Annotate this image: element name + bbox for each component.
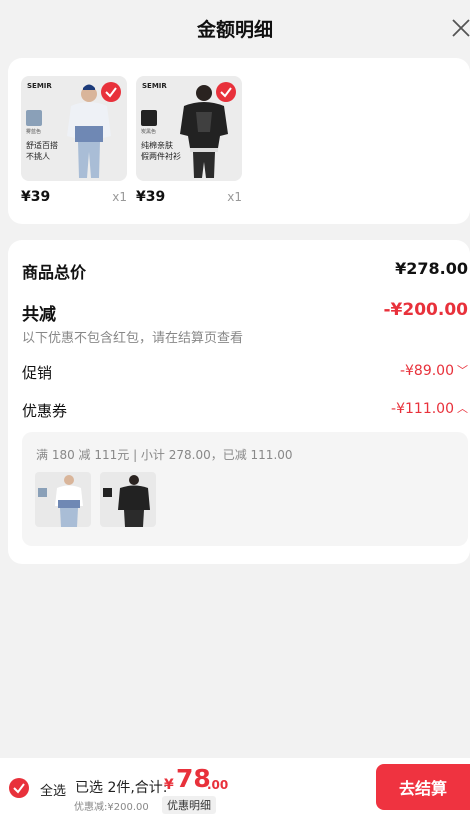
select-all-label[interactable]: 全选 — [40, 780, 66, 799]
promotion-label: 促销 — [22, 364, 53, 382]
product-card[interactable]: SEMIR 雾蓝色 舒适百搭 不挑人 ¥39 x1 — [21, 76, 127, 205]
product-image: SEMIR 炭黑色 纯棉亲肤 假两件衬衫 — [136, 76, 242, 181]
item-checked-icon[interactable] — [216, 82, 236, 102]
discount-text: 优惠减:¥200.00 — [74, 802, 149, 813]
coupon-row[interactable]: 优惠券 -¥111.00 ︿ — [22, 400, 468, 422]
coupon-detail-box: 满 180 减 111元 | 小计 278.00，已减 111.00 — [22, 432, 468, 546]
total-currency: ¥ — [164, 777, 174, 793]
reduction-value: -¥200.00 — [383, 300, 469, 320]
checkout-button[interactable]: 去结算 — [376, 764, 470, 810]
header: 金额明细 — [0, 0, 470, 56]
brand-label: SEMIR — [142, 82, 167, 90]
select-all-checkbox[interactable] — [9, 778, 29, 798]
promotion-row[interactable]: 促销 -¥89.00 ﹀ — [22, 362, 468, 384]
coupon-label: 优惠券 — [22, 402, 68, 420]
checkout-bar: 全选 已选 2件,合计: ¥ 78 .00 优惠减:¥200.00 优惠明细 去… — [0, 758, 470, 826]
product-caption: 舒适百搭 不挑人 — [26, 141, 58, 161]
product-card[interactable]: SEMIR 炭黑色 纯棉亲肤 假两件衬衫 ¥39 x1 — [136, 76, 242, 205]
chevron-up-icon[interactable]: ︿ — [457, 400, 468, 416]
coupon-value: -¥111.00 ︿ — [391, 400, 468, 417]
swatch-label: 雾蓝色 — [26, 129, 42, 135]
total-price-label: 商品总价 — [22, 263, 87, 282]
page-title: 金额明细 — [196, 19, 273, 41]
color-swatch — [141, 110, 157, 126]
item-checked-icon[interactable] — [101, 82, 121, 102]
reduction-note-row: 以下优惠不包含红包，请在结算页查看 — [22, 327, 468, 346]
reduction-label: 共减 — [22, 305, 56, 325]
product-caption: 纯棉亲肤 假两件衬衫 — [141, 141, 181, 161]
summary-card: 商品总价 ¥278.00 共减 -¥200.00 以下优惠不包含红包，请在结算页… — [8, 240, 470, 564]
item-quantity: x1 — [227, 190, 242, 204]
brand-label: SEMIR — [27, 82, 52, 90]
total-price-value: ¥278.00 — [395, 259, 468, 278]
discount-detail-button[interactable]: 优惠明细 — [162, 796, 216, 814]
item-quantity: x1 — [112, 190, 127, 204]
total-price-row: 商品总价 ¥278.00 — [22, 259, 468, 283]
close-icon[interactable] — [450, 17, 470, 39]
color-swatch — [26, 110, 42, 126]
coupon-detail-text: 满 180 减 111元 | 小计 278.00，已减 111.00 — [36, 448, 293, 462]
coupon-item-thumbnail — [100, 472, 156, 527]
reduction-note: 以下优惠不包含红包，请在结算页查看 — [22, 331, 244, 346]
chevron-down-icon[interactable]: ﹀ — [457, 362, 468, 378]
coupon-item-thumbnail — [35, 472, 91, 527]
promotion-value: -¥89.00 ﹀ — [399, 362, 468, 379]
items-card: SEMIR 雾蓝色 舒适百搭 不挑人 ¥39 x1 SEMIR 炭黑色 纯棉亲肤假… — [8, 58, 470, 224]
reduction-row: 共减 -¥200.00 — [22, 300, 469, 325]
total-amount-integer: 78 — [176, 764, 211, 793]
swatch-label: 炭黑色 — [141, 129, 157, 135]
item-price: ¥39 — [21, 189, 51, 205]
product-image: SEMIR 雾蓝色 舒适百搭 不挑人 — [21, 76, 127, 181]
item-price: ¥39 — [136, 189, 166, 205]
total-amount-decimal: .00 — [207, 778, 229, 792]
selected-count-text: 已选 2件,合计: — [75, 780, 168, 796]
